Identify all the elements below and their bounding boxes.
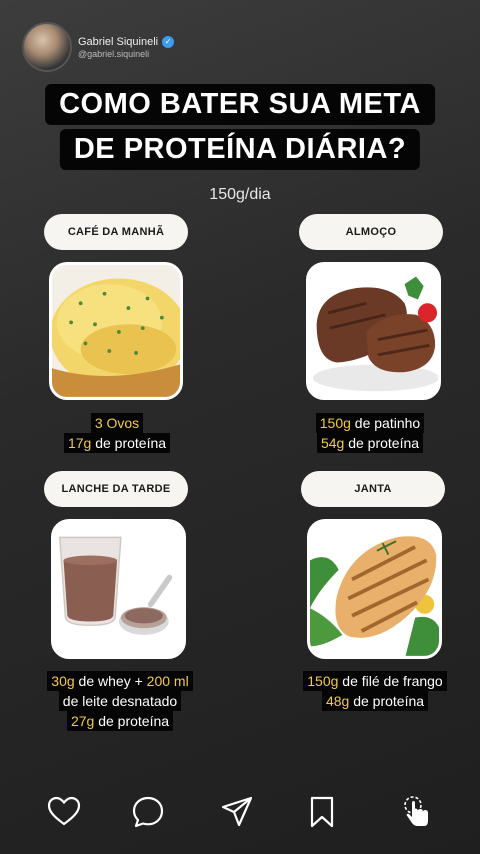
grilled-steak-illustration (309, 265, 438, 397)
snack-whey-amount: 30g (51, 673, 75, 689)
share-icon[interactable] (220, 795, 254, 829)
breakfast-protein-suffix: de proteína (91, 435, 167, 451)
protein-shake-illustration (54, 522, 183, 656)
dinner-food: de filé de frango (338, 673, 443, 689)
scrambled-eggs-illustration (52, 265, 180, 397)
lunch-protein: 54g (320, 435, 345, 451)
avatar[interactable] (22, 22, 72, 72)
snack-line-2: de leite desnatado (58, 691, 182, 711)
bottom-action-bar (0, 795, 480, 835)
snack-line-3: 27g de proteína (66, 711, 174, 731)
breakfast-info: 3 Ovos 17g de proteína (24, 413, 210, 453)
verified-icon: ✓ (162, 35, 175, 48)
lunch-line-1: 150g de patinho (315, 413, 425, 433)
dinner-protein: 48g (325, 693, 350, 709)
lunch-info: 150g de patinho 54g de proteína (280, 413, 460, 453)
dinner-line-1: 150g de filé de frango (303, 671, 447, 691)
name-row: Gabriel Siquineli ✓ (78, 35, 175, 48)
snack-info: 30g de whey + 200 ml de leite desnatado … (10, 671, 230, 731)
dinner-info: 150g de filé de frango 48g de proteína (285, 671, 465, 711)
lunch-food: de patinho (350, 415, 421, 431)
lunch-label: ALMOÇO (299, 214, 443, 250)
breakfast-protein: 17g (67, 435, 92, 451)
dinner-protein-suffix: de proteína (349, 693, 425, 709)
lunch-protein-suffix: de proteína (344, 435, 420, 451)
page-title-line-1: COMO BATER SUA META (45, 84, 435, 125)
scrambled-eggs-image (49, 262, 183, 400)
grilled-chicken-illustration (310, 522, 439, 656)
profile-info: Gabriel Siquineli ✓ @gabriel.siquineli (78, 35, 175, 59)
snack-whey-text: de whey + (74, 673, 147, 689)
profile-name[interactable]: Gabriel Siquineli (78, 36, 158, 48)
snack-line-1: 30g de whey + 200 ml (47, 671, 193, 691)
breakfast-line-2: 17g de proteína (63, 433, 171, 453)
dinner-label: JANTA (301, 471, 445, 507)
breakfast-amount: 3 Ovos (94, 415, 140, 431)
profile-handle[interactable]: @gabriel.siquineli (78, 49, 174, 59)
grilled-chicken-image (307, 519, 442, 659)
post-header: Gabriel Siquineli ✓ @gabriel.siquineli (22, 22, 175, 72)
tap-icon[interactable] (400, 795, 434, 829)
dinner-amount: 150g (307, 673, 339, 689)
protein-shake-image (51, 519, 186, 659)
snack-protein: 27g (70, 713, 95, 729)
page-title-line-2: DE PROTEÍNA DIÁRIA? (59, 129, 421, 170)
daily-goal: 150g/dia (209, 186, 271, 203)
dinner-line-2: 48g de proteína (321, 691, 429, 711)
snack-protein-suffix: de proteína (94, 713, 170, 729)
lunch-amount: 150g (319, 415, 351, 431)
bookmark-icon[interactable] (305, 795, 339, 829)
breakfast-label: CAFÉ DA MANHÃ (44, 214, 188, 250)
lunch-line-2: 54g de proteína (316, 433, 424, 453)
snack-milk-amount: 200 ml (146, 673, 189, 689)
breakfast-line-1: 3 Ovos (90, 413, 144, 433)
heart-icon[interactable] (47, 795, 81, 829)
comment-icon[interactable] (131, 795, 165, 829)
grilled-steak-image (306, 262, 441, 400)
snack-label: LANCHE DA TARDE (44, 471, 188, 507)
